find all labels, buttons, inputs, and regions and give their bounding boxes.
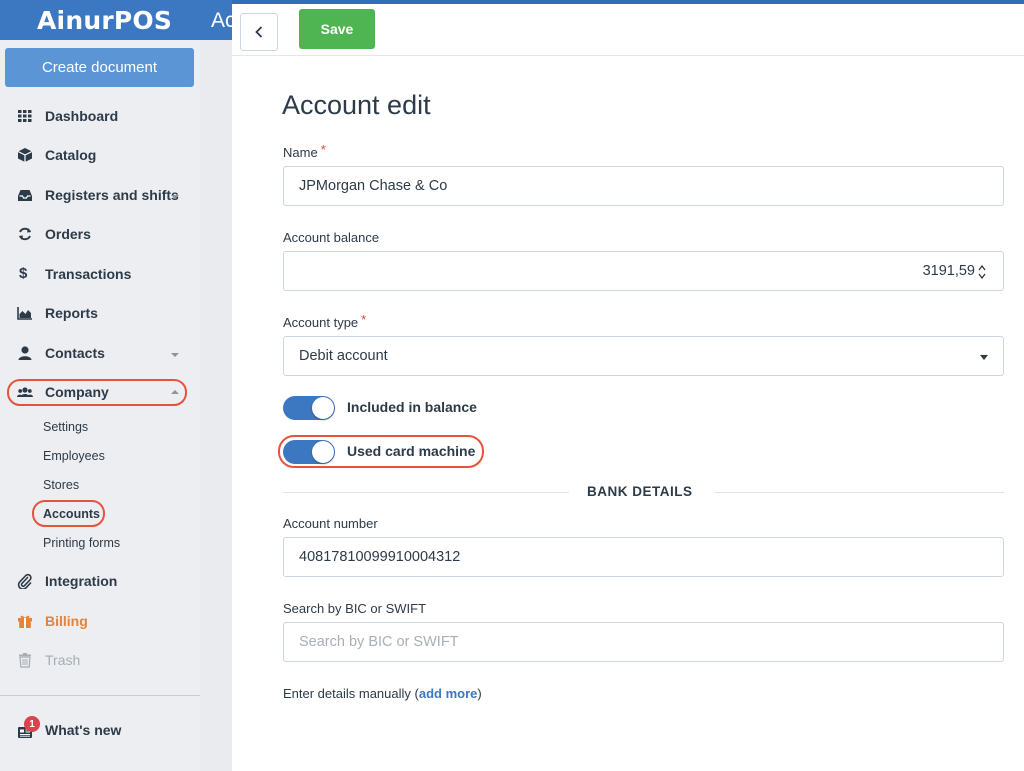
sidebar-subitem-printing-forms[interactable]: Printing forms [43,536,120,550]
section-divider-right [714,492,1004,493]
brand-logo[interactable]: AinurPOS [37,6,172,35]
sidebar-subitem-employees[interactable]: Employees [43,449,105,463]
sidebar-item-label: Catalog [45,147,97,163]
required-mark: * [361,312,367,327]
sidebar-item-label: Dashboard [45,108,119,124]
accounts-highlight-ring [32,500,105,527]
bank-details-heading: BANK DETAILS [587,484,693,499]
sidebar-item-integration[interactable]: Integration [0,566,200,596]
sidebar-item-dashboard[interactable]: Dashboard [0,101,200,131]
gift-icon [18,615,32,628]
account-type-label-text: Account type [283,315,359,330]
toggle-knob [312,397,334,419]
sidebar-item-transactions[interactable]: $ Transactions [0,259,200,289]
content-gutter [200,40,232,771]
chevron-down-icon [171,353,179,357]
sidebar-item-label: Billing [45,613,88,629]
included-in-balance-label: Included in balance [347,399,477,415]
card-machine-highlight-ring [278,435,484,468]
area-chart-icon [17,307,32,320]
name-input-value: JPMorgan Chase & Co [299,178,448,194]
sidebar-item-orders[interactable]: Orders [0,219,200,249]
name-input[interactable]: JPMorgan Chase & Co [283,166,1004,206]
add-more-link[interactable]: add more [419,686,478,701]
sidebar-subitem-stores[interactable]: Stores [43,478,79,492]
inbox-icon [18,190,32,201]
sidebar-item-label: Reports [45,305,98,321]
refresh-icon [19,227,31,241]
bic-search-placeholder: Search by BIC or SWIFT [299,634,459,650]
enter-details-manually: Enter details manually (add more) [283,686,482,701]
manual-suffix: ) [477,686,482,701]
manual-prefix: Enter details manually ( [283,686,419,701]
sidebar-item-contacts[interactable]: Contacts [0,338,200,368]
account-type-value: Debit account [299,348,388,364]
chevron-down-icon [171,195,179,199]
sidebar-item-label: Trash [45,652,81,668]
bic-search-label: Search by BIC or SWIFT [283,601,427,616]
chevron-left-icon [255,26,263,38]
name-label-text: Name [283,145,318,160]
trash-icon [19,653,31,668]
user-icon [18,346,32,360]
company-highlight-ring [7,379,187,406]
panel-toolbar: Save [232,4,1024,56]
required-mark: * [320,142,326,157]
sidebar-item-catalog[interactable]: Catalog [0,140,200,170]
sidebar-item-label: Registers and shifts [45,187,179,203]
sidebar-item-trash[interactable]: Trash [0,645,200,675]
sidebar: Create document Dashboard Catalog Regist… [0,40,200,771]
sidebar-item-billing[interactable]: Billing [0,606,200,636]
sidebar-item-registers[interactable]: Registers and shifts [0,180,200,210]
account-type-select[interactable]: Debit account [283,336,1004,376]
save-button[interactable]: Save [299,9,375,49]
paperclip-icon [17,573,32,589]
balance-input-value: 3191,59 [922,263,975,279]
sidebar-divider [0,695,200,696]
sidebar-item-label: Contacts [45,345,105,361]
account-type-label: Account type * [283,312,367,330]
balance-input[interactable]: 3191,59 [283,251,1004,291]
grid-icon [18,110,32,122]
name-label: Name * [283,142,326,160]
sidebar-item-label: Integration [45,573,118,589]
sidebar-item-reports[interactable]: Reports [0,298,200,328]
sidebar-item-label: What's new [45,722,122,738]
included-in-balance-toggle[interactable] [283,396,335,420]
back-button[interactable] [240,13,278,51]
account-number-input[interactable]: 40817810099910004312 [283,537,1004,577]
bic-search-input[interactable]: Search by BIC or SWIFT [283,622,1004,662]
number-spinner-icon[interactable] [977,262,987,282]
chevron-down-icon [980,355,988,360]
sidebar-item-label: Transactions [45,266,132,282]
dollar-icon: $ [19,265,28,282]
account-number-label: Account number [283,516,378,531]
account-edit-panel: Save Account edit Name * JPMorgan Chase &… [232,4,1024,771]
notification-badge: 1 [24,716,40,732]
section-divider-left [283,492,569,493]
account-number-value: 40817810099910004312 [299,549,461,565]
sidebar-item-label: Orders [45,226,91,242]
sidebar-subitem-settings[interactable]: Settings [43,420,88,434]
balance-label: Account balance [283,230,380,245]
page-title: Account edit [282,90,431,120]
box-icon [17,148,33,162]
create-document-button[interactable]: Create document [5,48,194,87]
